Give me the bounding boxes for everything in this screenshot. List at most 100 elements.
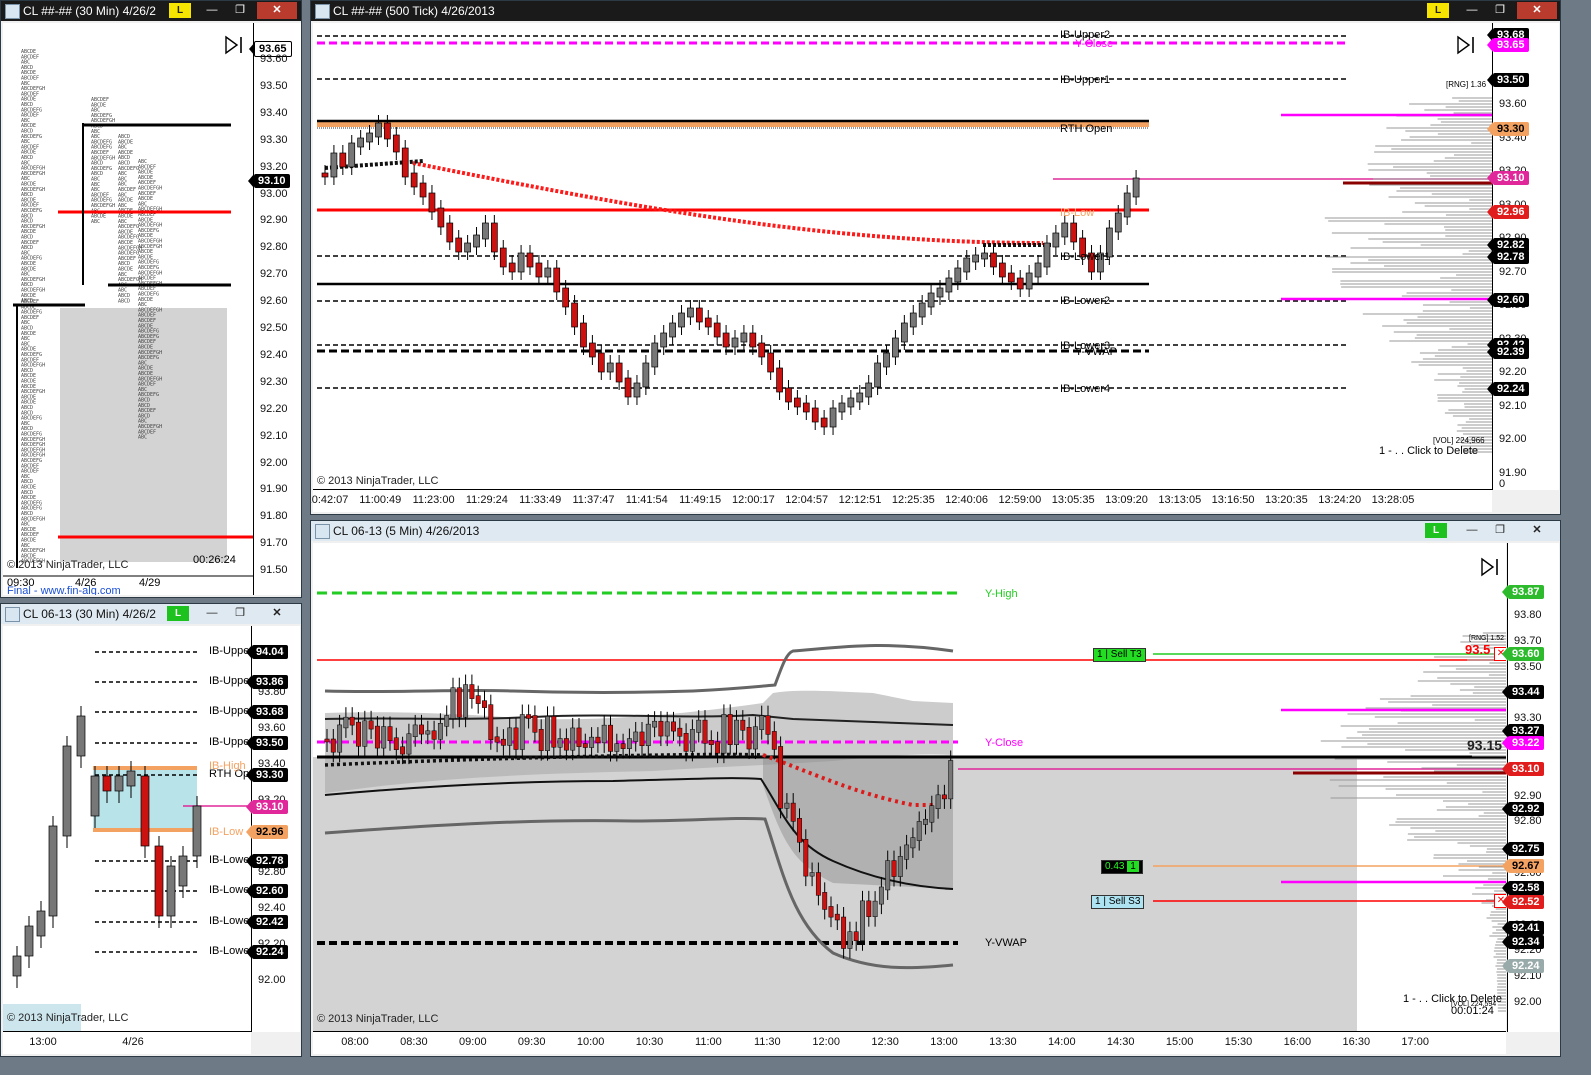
link-button[interactable]: L: [1427, 3, 1449, 18]
price-tick: 92.90: [260, 214, 288, 227]
restore-icon[interactable]: ❐: [227, 2, 253, 19]
copyright-label: © 2013 NinjaTrader, LLC: [317, 1013, 439, 1025]
x-tick: 11:49:15: [679, 494, 722, 506]
price-tag: 92.52: [1502, 895, 1544, 909]
tick-title-bar[interactable]: CL ##-## (500 Tick) 4/26/2013 L — ❐ ✕: [311, 1, 1560, 21]
delete-hint[interactable]: 1 - . . Click to Delete: [1403, 993, 1502, 1005]
price-tag: 93.68: [246, 705, 288, 719]
x-tick: 16:30: [1342, 1036, 1371, 1048]
price-tag: 92.60: [1487, 293, 1529, 307]
close-icon[interactable]: ✕: [1517, 2, 1557, 19]
five-chart-area[interactable]: Y-High Y-Close Y-VWAP 1 | Sell T3 0.43 1…: [313, 543, 1506, 1032]
order-label: Sell S3: [1108, 896, 1141, 907]
five-title-bar[interactable]: CL 06-13 (5 Min) 4/26/2013 L — ❐ ✕: [311, 521, 1560, 541]
range-label: [RNG] 1.36: [1446, 80, 1487, 89]
last-price-tag: 93.10: [246, 800, 288, 814]
tpo-title-bar[interactable]: CL ##-## (30 Min) 4/26/2 L — ❐ ✕: [1, 1, 301, 21]
order-label: Sell T3: [1110, 649, 1142, 660]
level-label-rth-open: RTH Open: [1060, 123, 1113, 135]
target-price-label: 93.5: [1465, 642, 1491, 657]
five-min-chart-window[interactable]: CL 06-13 (5 Min) 4/26/2013 L — ❐ ✕ Y-Hig…: [310, 520, 1561, 1057]
x-tick: 09:00: [459, 1036, 487, 1048]
sell-s3-order[interactable]: 1 | Sell S3: [1091, 895, 1145, 909]
minimize-icon[interactable]: —: [1459, 522, 1485, 539]
close-icon[interactable]: ✕: [257, 2, 297, 19]
small30-chart-area[interactable]: © 2013 NinjaTrader, LLC IB-Uppe IB-Uppe IB…: [3, 626, 251, 1032]
price-tag: 92.92: [1502, 802, 1544, 816]
minimize-icon[interactable]: —: [199, 605, 225, 622]
link-button[interactable]: L: [169, 3, 191, 18]
five-time-axis[interactable]: 08:00 08:30 09:00 09:30 10:00 10:30 11:00 11:30…: [313, 1031, 1506, 1054]
axis-zero-label: 0: [1499, 478, 1506, 490]
price-tag: 92.67: [1502, 859, 1544, 873]
level-label: IB-Uppe: [209, 705, 250, 717]
price-tick: 92.20: [1499, 366, 1527, 378]
tpo-chart-window[interactable]: CL ##-## (30 Min) 4/26/2 L — ❐ ✕ ABCDE AB…: [0, 0, 302, 598]
x-tick: 11:33:49: [519, 494, 562, 506]
link-button[interactable]: L: [1425, 523, 1447, 538]
x-tick: 11:37:47: [572, 494, 615, 506]
last-price-tag: 93.10: [248, 174, 290, 188]
price-tick: 93.30: [1514, 712, 1542, 725]
small30-chart-window[interactable]: CL 06-13 (30 Min) 4/26/2 L — ❐ ✕ © 2013 …: [0, 603, 302, 1057]
play-forward-icon[interactable]: [1455, 35, 1477, 55]
x-tick: 13:13:05: [1158, 494, 1202, 506]
minimize-icon[interactable]: —: [1459, 2, 1485, 19]
price-tag: 93.50: [1487, 73, 1529, 87]
x-tick: 17:00: [1401, 1036, 1429, 1048]
level-label: IB-Lowe: [209, 945, 250, 957]
x-tick: 13:28:05: [1371, 494, 1415, 506]
price-tick: 93.60: [1499, 98, 1527, 110]
level-label-y-high: Y-High: [985, 588, 1018, 600]
level-label: IB-Uppe: [209, 675, 250, 687]
price-tag: 93.65: [1487, 38, 1529, 52]
close-icon[interactable]: ✕: [1517, 522, 1557, 539]
pnl-box[interactable]: 0.43 1: [1101, 860, 1143, 874]
price-tag: 92.96: [246, 825, 288, 839]
price-tick: 91.90: [260, 483, 288, 496]
tick-chart-window[interactable]: CL ##-## (500 Tick) 4/26/2013 L — ❐ ✕ IB…: [310, 0, 1561, 515]
level-label-y-vwap: Y-VWAP: [1075, 346, 1117, 358]
price-tick: 92.40: [258, 902, 286, 914]
price-tick: 92.80: [1514, 815, 1542, 828]
price-tick: 92.10: [1499, 399, 1527, 412]
order-qty: 1: [1095, 896, 1101, 907]
tick-price-axis[interactable]: 93.6093.4093.2093.0092.9092.7092.5092.30…: [1487, 23, 1559, 490]
tpo-price-axis[interactable]: 93.65 93.60 93.50 93.40 93.30 93.20 93.00 92.9…: [248, 23, 301, 595]
restore-icon[interactable]: ❐: [227, 605, 253, 622]
price-tick: 93.60: [258, 722, 286, 734]
tick-chart-area[interactable]: IB-Upper2 Y-Close IB-Upper1 RTH Open IB-…: [313, 23, 1492, 490]
play-forward-icon[interactable]: [223, 35, 245, 55]
price-tag: 92.78: [1487, 250, 1529, 264]
small30-time-axis[interactable]: 13:00 4/26: [3, 1031, 251, 1054]
play-forward-icon[interactable]: [1479, 557, 1501, 577]
close-icon[interactable]: ✕: [257, 605, 297, 622]
delete-hint[interactable]: 1 - . . Click to Delete: [1379, 445, 1478, 457]
price-tag: 92.24: [1502, 959, 1544, 973]
small30-price-axis[interactable]: 93.8093.6093.4093.2093.0092.8092.4092.20…: [246, 626, 300, 1032]
price-tick: 92.70: [260, 268, 288, 281]
link-button[interactable]: L: [167, 606, 189, 621]
minimize-icon[interactable]: —: [199, 2, 225, 19]
restore-icon[interactable]: ❐: [1487, 2, 1513, 19]
tick-time-axis[interactable]: 10:42:07 11:00:49 11:23:00 11:29:24 11:33:49…: [311, 489, 1492, 512]
price-tag: 93.86: [246, 675, 288, 689]
x-tick: 11:00:49: [359, 494, 402, 506]
price-tick: 93.20: [260, 160, 288, 173]
price-tag: 93.30: [1487, 122, 1529, 136]
footer-link[interactable]: Final - www.fin-alg.com: [7, 585, 121, 595]
restore-icon[interactable]: ❐: [1487, 522, 1513, 539]
price-tag: 93.44: [1502, 685, 1544, 699]
five-price-axis[interactable]: 93.8093.7093.5093.4093.3093.2093.0092.90…: [1502, 543, 1559, 1032]
price-tick: 92.70: [1499, 265, 1527, 278]
x-tick: 14:30: [1106, 1036, 1135, 1048]
pnl-qty: 1: [1127, 861, 1139, 872]
price-tag: 92.41: [1502, 921, 1544, 935]
level-label-y-vwap: Y-VWAP: [985, 937, 1027, 949]
price-tag: 92.24: [246, 945, 288, 959]
x-tick: 13:30: [989, 1036, 1017, 1048]
tpo-profile-svg: ABCDEABCDEFABCABCDABCDEABCDEFABCABCDEFGH…: [3, 49, 253, 577]
small30-title-bar[interactable]: CL 06-13 (30 Min) 4/26/2 L — ❐ ✕: [1, 604, 301, 624]
tpo-chart-area[interactable]: ABCDE ABCDEF ABC ABCD ABCDE ABCDEF ABC ABCDEFGH…: [3, 23, 253, 595]
sell-t3-order[interactable]: 1 | Sell T3: [1093, 648, 1146, 662]
